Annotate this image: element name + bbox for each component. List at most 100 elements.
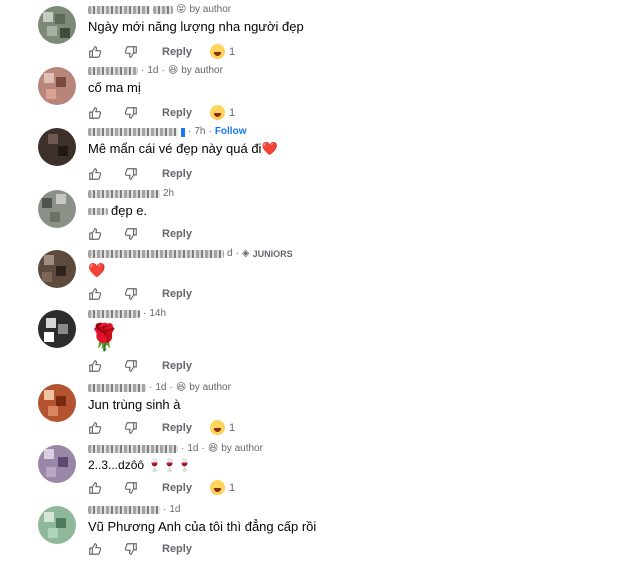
badge-emoji-icon: 😆 — [207, 443, 219, 454]
author-tag: by author — [189, 382, 231, 393]
diamond-icon: ◈ — [241, 248, 250, 259]
comment-time[interactable]: 1d — [187, 442, 198, 456]
comment-meta: · 1d — [88, 503, 180, 517]
comment-actions: Reply — [88, 165, 192, 183]
laughing-face-icon — [210, 105, 225, 120]
comment-actions: Reply — [88, 540, 192, 558]
comment-text: 2..3...dzôô 🍷🍷🍷 — [88, 458, 193, 472]
reaction-count: 1 — [229, 45, 236, 58]
comment-text: cố ma mị — [88, 80, 141, 95]
comment-time[interactable]: 1d — [147, 64, 158, 78]
avatar[interactable] — [38, 250, 76, 288]
comment-text: Mê mẩn cái vé đẹp này quá đi❤️ — [88, 141, 278, 156]
comment-time[interactable]: 1d — [169, 503, 180, 517]
comment-time[interactable]: 2h — [163, 187, 174, 201]
avatar[interactable] — [38, 6, 76, 44]
avatar[interactable] — [38, 506, 76, 544]
avatar[interactable] — [38, 67, 76, 105]
commenter-name[interactable] — [88, 506, 160, 514]
reply-button[interactable]: Reply — [162, 360, 192, 372]
comment-time[interactable]: 14h — [149, 307, 166, 321]
comment-text: Ngày mới năng lượng nha người đẹp — [88, 19, 304, 34]
reply-button[interactable]: Reply — [162, 543, 192, 555]
thumbs-up-icon[interactable] — [88, 421, 102, 435]
commenter-name[interactable] — [88, 384, 146, 392]
commenter-name[interactable] — [88, 250, 224, 258]
badge-emoji-icon: 😆 — [167, 65, 179, 76]
comment-actions: Reply — [88, 104, 192, 122]
rose-emoji: 🌹 — [88, 322, 121, 352]
comment-time[interactable]: 1d — [155, 381, 166, 395]
commenter-name[interactable] — [88, 67, 138, 75]
thumbs-down-icon[interactable] — [124, 287, 138, 301]
reply-button[interactable]: Reply — [162, 422, 192, 434]
badge-emoji-icon: 😝 — [176, 4, 187, 15]
author-tag: by author — [189, 4, 232, 15]
comment-meta: d · ◈ JUNIORS — [88, 247, 293, 261]
laughing-face-icon — [210, 44, 225, 59]
thumbs-down-icon[interactable] — [124, 481, 138, 495]
thumbs-down-icon[interactable] — [124, 227, 138, 241]
follow-button[interactable]: Follow — [215, 125, 247, 139]
comment-meta: · 1d · 😆 by author — [88, 442, 263, 456]
commenter-name[interactable] — [88, 190, 160, 198]
comment-meta: · 14h — [88, 307, 166, 321]
thumbs-up-icon[interactable] — [88, 287, 102, 301]
reaction-summary[interactable]: 1 — [210, 44, 235, 59]
reaction-summary[interactable]: 1 — [210, 420, 235, 435]
thumbs-down-icon[interactable] — [124, 106, 138, 120]
comment-text: ❤️ — [88, 262, 105, 279]
thumbs-up-icon[interactable] — [88, 167, 102, 181]
comment-text: đẹp e. — [88, 202, 147, 219]
comment-meta: · 7h · Follow — [88, 125, 246, 139]
thumbs-up-icon[interactable] — [88, 359, 102, 373]
reply-button[interactable]: Reply — [162, 107, 192, 119]
thumbs-down-icon[interactable] — [124, 167, 138, 181]
comment-text: Vũ Phương Anh của tôi thì đẳng cấp rồi — [88, 519, 317, 534]
thumbs-up-icon[interactable] — [88, 481, 102, 495]
comment-meta: · 1d · 😆 by author — [88, 64, 223, 78]
avatar[interactable] — [38, 190, 76, 228]
avatar[interactable] — [38, 445, 76, 483]
thumbs-down-icon[interactable] — [124, 421, 138, 435]
reply-button[interactable]: Reply — [162, 168, 192, 180]
avatar[interactable] — [38, 384, 76, 422]
thumbs-up-icon[interactable] — [88, 227, 102, 241]
commenter-name[interactable] — [88, 6, 150, 14]
comment-text: 🌹 — [88, 321, 120, 353]
thumbs-down-icon[interactable] — [124, 359, 138, 373]
comment-actions: Reply — [88, 43, 192, 61]
thumbs-down-icon[interactable] — [124, 542, 138, 556]
author-tag: by author — [221, 443, 263, 454]
thumbs-up-icon[interactable] — [88, 542, 102, 556]
avatar[interactable] — [38, 310, 76, 348]
comment-actions: Reply — [88, 225, 192, 243]
reaction-summary[interactable]: 1 — [210, 105, 235, 120]
juniors-badge: JUNIORS — [252, 249, 293, 259]
author-tag: by author — [181, 65, 223, 76]
reaction-count: 1 — [229, 421, 236, 434]
comment-meta: · 1d · 😆 by author — [88, 381, 231, 395]
laughing-face-icon — [210, 420, 225, 435]
comment-time[interactable]: 7h — [194, 125, 205, 139]
comment-text: Jun trùng sinh à — [88, 397, 181, 412]
heart-emoji: ❤️ — [261, 141, 278, 156]
avatar[interactable] — [38, 128, 76, 166]
comment-time[interactable]: d — [227, 247, 233, 261]
comment-actions: Reply — [88, 285, 192, 303]
thumbs-up-icon[interactable] — [88, 45, 102, 59]
reply-button[interactable]: Reply — [162, 482, 192, 494]
reply-button[interactable]: Reply — [162, 288, 192, 300]
comment-actions: Reply — [88, 479, 192, 497]
thumbs-up-icon[interactable] — [88, 106, 102, 120]
heart-emoji: ❤️ — [88, 262, 106, 278]
reply-button[interactable]: Reply — [162, 46, 192, 58]
reply-button[interactable]: Reply — [162, 228, 192, 240]
comment-actions: Reply — [88, 357, 192, 375]
thumbs-down-icon[interactable] — [124, 45, 138, 59]
commenter-name[interactable] — [88, 128, 178, 136]
commenter-name[interactable] — [88, 445, 178, 453]
commenter-name[interactable] — [88, 310, 140, 318]
reaction-summary[interactable]: 1 — [210, 480, 235, 495]
reaction-count: 1 — [229, 106, 236, 119]
